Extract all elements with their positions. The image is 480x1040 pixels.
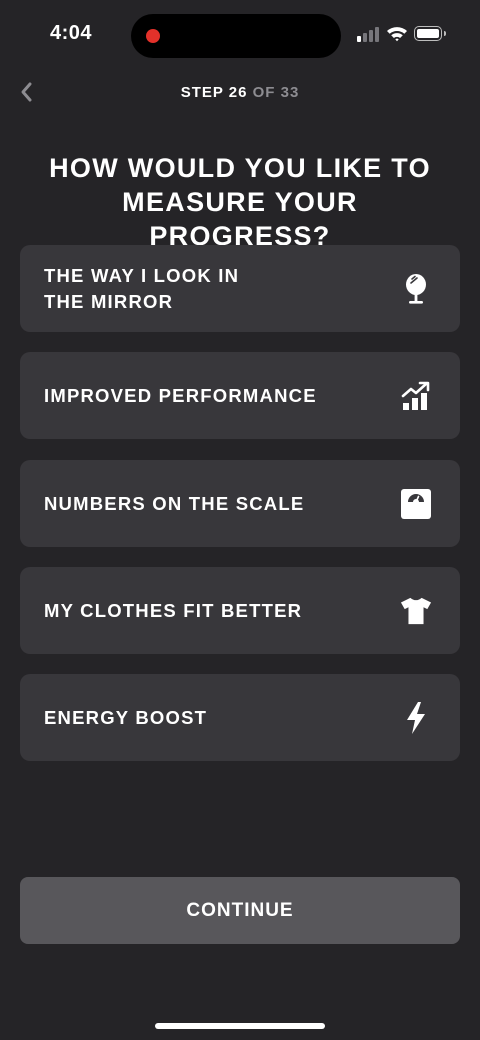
continue-button[interactable]: CONTINUE bbox=[20, 877, 460, 944]
status-time: 4:04 bbox=[50, 22, 93, 44]
mirror-icon bbox=[400, 273, 432, 305]
option-performance[interactable]: IMPROVED PERFORMANCE bbox=[20, 352, 460, 439]
option-scale[interactable]: NUMBERS ON THE SCALE bbox=[20, 460, 460, 547]
option-mirror[interactable]: THE WAY I LOOK IN THE MIRROR bbox=[20, 245, 460, 332]
question-title: HOW WOULD YOU LIKE TO MEASURE YOUR PROGR… bbox=[49, 153, 431, 251]
step-indicator: STEP 26 OF 33 bbox=[0, 84, 480, 101]
tshirt-icon bbox=[400, 595, 432, 627]
step-total: OF 33 bbox=[247, 84, 300, 101]
option-label: THE WAY I LOOK IN THE MIRROR bbox=[44, 264, 240, 312]
option-energy[interactable]: ENERGY BOOST bbox=[20, 674, 460, 761]
home-indicator bbox=[155, 1023, 325, 1029]
scale-icon bbox=[400, 488, 432, 520]
step-current: STEP 26 bbox=[180, 84, 248, 101]
option-label: ENERGY BOOST bbox=[44, 706, 208, 728]
option-label: MY CLOTHES FIT BETTER bbox=[44, 599, 303, 621]
lightning-icon bbox=[400, 701, 432, 734]
dynamic-island bbox=[131, 14, 341, 58]
option-label: NUMBERS ON THE SCALE bbox=[44, 492, 305, 514]
screen: 4:04 STEP 26 OF 33 HOW WOULD YOU LIKE TO… bbox=[0, 0, 480, 1040]
option-clothes[interactable]: MY CLOTHES FIT BETTER bbox=[20, 567, 460, 654]
option-label: IMPROVED PERFORMANCE bbox=[44, 384, 317, 406]
battery-icon bbox=[414, 26, 446, 41]
cellular-signal-icon bbox=[357, 26, 379, 42]
wifi-icon bbox=[387, 27, 407, 42]
recording-indicator-icon bbox=[146, 29, 160, 43]
performance-chart-icon bbox=[400, 380, 432, 412]
